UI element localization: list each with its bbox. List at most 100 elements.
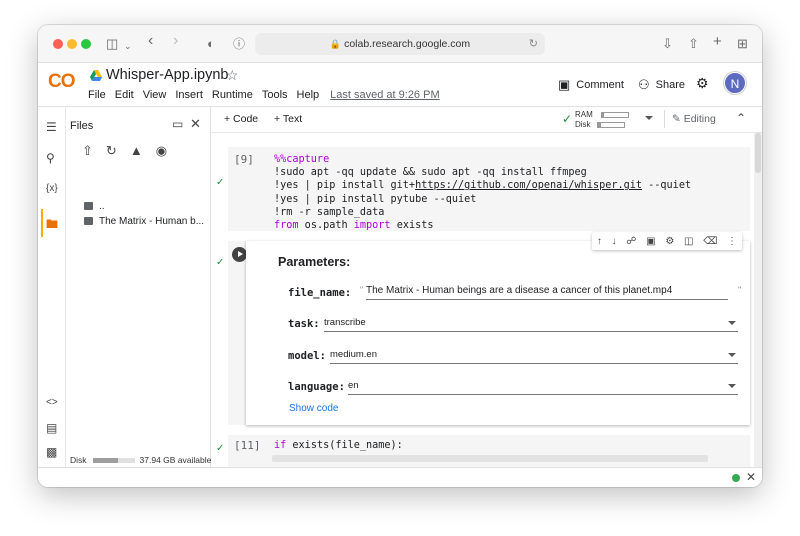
editing-mode-button[interactable]: ✎ Editing: [672, 113, 716, 125]
more-icon[interactable]: ⋮: [727, 236, 737, 247]
reload-icon[interactable]: ↻: [529, 33, 538, 55]
resources-indicator[interactable]: RAM Disk: [575, 110, 629, 130]
form-cell[interactable]: Parameters: file_name: " The Matrix - Hu…: [228, 232, 750, 425]
run-cell-button[interactable]: [232, 247, 247, 262]
model-select[interactable]: medium.en: [330, 349, 738, 364]
code-line: !yes | pip install pytube --quiet: [274, 193, 477, 205]
table-of-contents-icon[interactable]: ☰: [46, 120, 57, 134]
share-sheet-icon[interactable]: ⇧: [688, 36, 699, 52]
link-icon[interactable]: ☍: [626, 236, 636, 247]
sidebar-toggle-icon[interactable]: ◫: [106, 36, 118, 52]
forward-icon[interactable]: ›: [173, 33, 178, 49]
search-icon[interactable]: ⚲: [46, 151, 55, 165]
code-snippets-icon[interactable]: <>: [46, 397, 58, 408]
cell-success-icon: ✓: [216, 257, 225, 268]
ram-label: RAM: [575, 110, 593, 119]
menu-tools[interactable]: Tools: [262, 89, 288, 101]
lock-icon: 🔒: [329, 39, 342, 49]
list-item[interactable]: The Matrix - Human b...: [84, 216, 204, 227]
comment-button[interactable]: ▣ Comment: [558, 77, 624, 93]
comment-icon[interactable]: ▣: [646, 236, 655, 247]
drive-icon: [90, 70, 102, 81]
move-down-icon[interactable]: ↓: [612, 236, 617, 247]
refresh-folder-icon[interactable]: ↻: [106, 143, 117, 159]
execution-count: [11]: [234, 439, 261, 452]
new-tab-icon[interactable]: +: [713, 34, 722, 50]
language-value: en: [348, 380, 359, 391]
chevron-down-icon: [728, 384, 736, 388]
disk-available: 37.94 GB available: [139, 455, 212, 465]
settings-icon[interactable]: ⚙: [696, 75, 709, 92]
quote-open: ": [360, 285, 364, 295]
language-select[interactable]: en: [348, 380, 738, 395]
vertical-scrollbar[interactable]: [754, 133, 762, 467]
execution-count: [9]: [234, 153, 254, 166]
code-keyword: if: [274, 440, 287, 451]
upload-icon[interactable]: ⇧: [82, 143, 93, 159]
add-code-button[interactable]: + Code: [224, 113, 258, 125]
list-item[interactable]: ..: [84, 201, 105, 212]
file-name-input[interactable]: The Matrix - Human beings are a disease …: [366, 285, 728, 300]
menu-insert[interactable]: Insert: [175, 89, 203, 101]
move-up-icon[interactable]: ↑: [597, 236, 602, 247]
star-icon[interactable]: ☆: [226, 67, 239, 84]
code-line: exists: [390, 220, 434, 232]
code-cell[interactable]: [11] if exists(file_name):: [228, 435, 750, 467]
add-text-button[interactable]: + Text: [274, 113, 302, 125]
download-icon[interactable]: ⇩: [662, 36, 673, 52]
cell-success-icon: ✓: [216, 177, 225, 188]
back-icon[interactable]: ‹: [148, 33, 153, 49]
close-panel-icon[interactable]: ✕: [190, 116, 201, 132]
code-line: !rm -r sample_data: [274, 206, 385, 218]
address-bar[interactable]: 🔒 colab.research.google.com ↻: [255, 33, 545, 55]
share-button[interactable]: ⚇ Share: [638, 77, 685, 93]
terminal-icon[interactable]: ▩: [46, 445, 57, 459]
menu-file[interactable]: File: [88, 89, 106, 101]
code-line: %%capture: [274, 154, 330, 165]
shield-icon[interactable]: ◐: [207, 36, 215, 52]
language-label: language:: [288, 381, 345, 393]
info-icon[interactable]: ⓘ: [233, 36, 245, 52]
chevron-down-icon: [728, 353, 736, 357]
colab-logo[interactable]: CO: [48, 71, 75, 93]
browser-toolbar: ◫ ⌄ ‹ › ◐ ⓘ 🔒 colab.research.google.com ↻…: [38, 25, 762, 63]
menu-runtime[interactable]: Runtime: [212, 89, 253, 101]
show-code-link[interactable]: Show code: [289, 403, 338, 414]
tab-overview-icon[interactable]: ⊞: [737, 36, 748, 52]
code-editor[interactable]: %%capture !sudo apt -qq update && sudo a…: [274, 153, 691, 232]
task-select[interactable]: transcribe: [324, 317, 738, 332]
delete-icon[interactable]: ⌫: [703, 236, 717, 247]
menu-view[interactable]: View: [143, 89, 167, 101]
chevron-down-icon[interactable]: ⌄: [124, 38, 132, 54]
code-line: exists(file_name):: [286, 440, 403, 451]
collapse-header-icon[interactable]: ⌃: [736, 111, 746, 125]
avatar[interactable]: N: [724, 72, 746, 94]
minimize-window-button[interactable]: [67, 39, 77, 49]
code-link[interactable]: https://github.com/openai/whisper.git: [415, 180, 642, 191]
scrollbar-thumb[interactable]: [755, 133, 761, 173]
mount-drive-icon[interactable]: ▲: [130, 143, 143, 159]
command-palette-icon[interactable]: ▤: [46, 421, 57, 435]
open-in-tab-icon[interactable]: ▭: [172, 117, 183, 131]
notebook-area: + Code + Text ✓ RAM Disk ✎ Editing ⌃ ✓ […: [212, 107, 762, 467]
code-line: !sudo apt -qq update && sudo apt -qq ins…: [274, 167, 587, 179]
file-name: The Matrix - Human b...: [99, 216, 205, 227]
close-window-button[interactable]: [53, 39, 63, 49]
code-cell[interactable]: [9] %%capture !sudo apt -qq update && su…: [228, 147, 750, 231]
code-editor[interactable]: if exists(file_name):: [274, 439, 403, 452]
menu-help[interactable]: Help: [297, 89, 320, 101]
variables-icon[interactable]: {x}: [46, 183, 58, 194]
runtime-dropdown-icon[interactable]: [645, 116, 653, 120]
horizontal-scrollbar[interactable]: [272, 455, 708, 462]
folder-icon[interactable]: 🖿: [46, 215, 58, 236]
task-label: task:: [288, 318, 320, 330]
zoom-window-button[interactable]: [81, 39, 91, 49]
menu-edit[interactable]: Edit: [115, 89, 134, 101]
gear-icon[interactable]: ⚙: [665, 236, 674, 247]
notebook-title[interactable]: Whisper-App.ipynb: [106, 67, 229, 83]
hidden-files-icon[interactable]: ◉: [156, 143, 167, 159]
mirror-cell-icon[interactable]: ◫: [684, 236, 693, 247]
last-saved-link[interactable]: Last saved at 9:26 PM: [330, 89, 439, 101]
files-toolbar: ⇧ ↻ ▲ ◉: [82, 143, 167, 159]
close-icon[interactable]: ✕: [746, 470, 756, 484]
